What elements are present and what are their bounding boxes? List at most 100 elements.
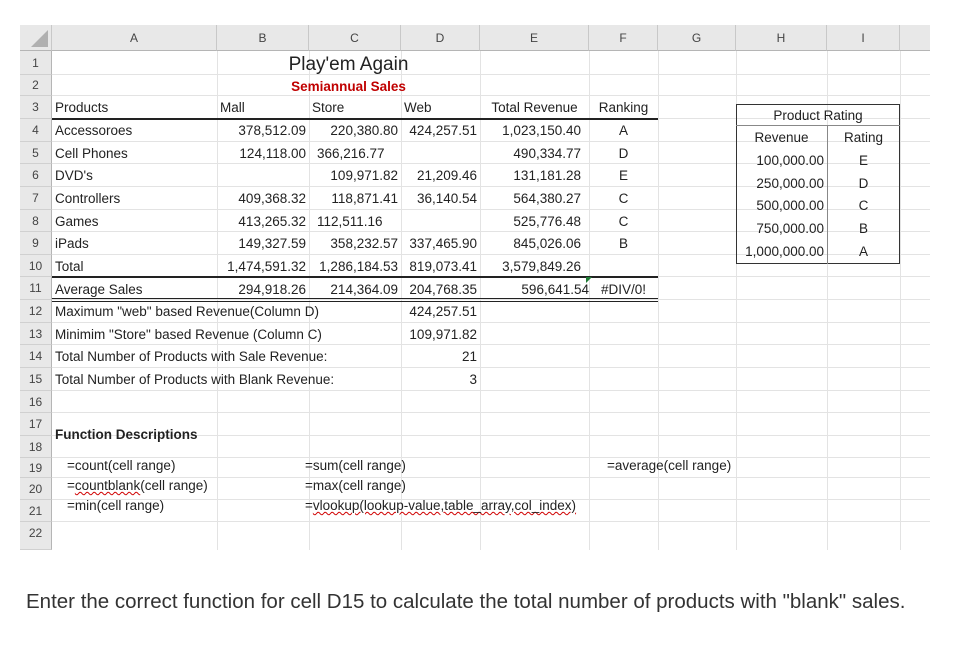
product-mall-cell[interactable]: 124,118.00 [217,143,309,165]
fn-min[interactable]: =min(cell range) [64,495,264,517]
fn-vlookup[interactable]: =vlookup(lookup-value,table_array,col_in… [302,495,632,517]
row-header-8[interactable]: 8 [20,210,52,232]
column-header-d[interactable]: D [401,25,480,51]
fn-average[interactable]: =average(cell range) [604,455,784,477]
product-total-cell[interactable]: 845,026.06 [480,233,589,255]
rating-revenue-cell[interactable]: 1,000,000.00 [736,241,827,263]
header-products[interactable]: Products [52,97,217,119]
average-mall[interactable]: 294,918.26 [217,279,309,301]
row-header-1[interactable]: 1 [20,51,52,75]
rating-grade-cell[interactable]: C [827,195,900,217]
rating-revenue-cell[interactable]: 100,000.00 [736,150,827,172]
column-header-a[interactable]: A [52,25,217,51]
rating-revenue-cell[interactable]: 500,000.00 [736,195,827,217]
rating-header-revenue[interactable]: Revenue [736,127,827,149]
product-mall-cell[interactable]: 378,512.09 [217,120,309,142]
column-header-f[interactable]: F [589,25,658,51]
rating-revenue-cell[interactable]: 250,000.00 [736,173,827,195]
row-header-17[interactable]: 17 [20,413,52,436]
product-web-cell[interactable] [401,211,480,233]
stat-label-max-web[interactable]: Maximum "web" based Revenue(Column D) [52,301,401,323]
total-store[interactable]: 1,286,184.53 [309,256,401,278]
product-web-cell[interactable]: 424,257.51 [401,120,480,142]
product-store-cell[interactable]: 109,971.82 [309,165,401,187]
product-mall-cell[interactable]: 149,327.59 [217,233,309,255]
row-header-2[interactable]: 2 [20,75,52,96]
row-header-6[interactable]: 6 [20,164,52,187]
stat-value-min-store[interactable]: 109,971.82 [401,324,480,346]
product-total-cell[interactable]: 131,181.28 [480,165,589,187]
product-name-cell[interactable]: Games [52,211,217,233]
fn-max[interactable]: =max(cell range) [302,475,502,497]
product-web-cell[interactable] [401,143,480,165]
product-total-cell[interactable]: 564,380.27 [480,188,589,210]
row-header-12[interactable]: 12 [20,300,52,323]
column-header-h[interactable]: H [736,25,827,51]
column-header-g[interactable]: G [658,25,736,51]
average-label[interactable]: Average Sales [52,279,217,301]
row-header-4[interactable]: 4 [20,119,52,142]
header-store[interactable]: Store [309,97,401,119]
row-header-13[interactable]: 13 [20,323,52,345]
column-header-i[interactable]: I [827,25,900,51]
row-header-15[interactable]: 15 [20,368,52,391]
product-web-cell[interactable]: 337,465.90 [401,233,480,255]
product-rating-title[interactable]: Product Rating [736,105,900,127]
product-ranking-cell[interactable]: E [589,165,658,187]
product-store-cell[interactable]: 118,871.41 [309,188,401,210]
total-label[interactable]: Total [52,256,217,278]
row-header-22[interactable]: 22 [20,522,52,550]
average-total[interactable]: 596,641.54 [480,279,589,301]
product-total-cell[interactable]: 525,776.48 [480,211,589,233]
function-descriptions-title[interactable]: Function Descriptions [52,424,217,446]
product-name-cell[interactable]: iPads [52,233,217,255]
stat-value-blank-count[interactable]: 3 [401,369,480,391]
row-header-20[interactable]: 20 [20,478,52,500]
product-name-cell[interactable]: DVD's [52,165,217,187]
total-web[interactable]: 819,073.41 [401,256,480,278]
header-total-revenue[interactable]: Total Revenue [480,97,589,119]
product-store-cell[interactable]: 112,511.16 [309,211,401,233]
product-web-cell[interactable]: 36,140.54 [401,188,480,210]
rating-header-rating[interactable]: Rating [827,127,900,149]
row-header-16[interactable]: 16 [20,391,52,413]
row-header-9[interactable]: 9 [20,232,52,255]
row-header-7[interactable]: 7 [20,187,52,210]
rating-revenue-cell[interactable]: 750,000.00 [736,218,827,240]
row-header-14[interactable]: 14 [20,345,52,368]
header-mall[interactable]: Mall [217,97,309,119]
stat-value-sale-count[interactable]: 21 [401,346,480,368]
product-mall-cell[interactable] [217,165,309,187]
stat-value-max-web[interactable]: 424,257.51 [401,301,480,323]
row-header-18[interactable]: 18 [20,436,52,458]
average-store[interactable]: 214,364.09 [309,279,401,301]
header-web[interactable]: Web [401,97,480,119]
fn-count[interactable]: =count(cell range) [64,455,264,477]
row-header-5[interactable]: 5 [20,142,52,164]
product-ranking-cell[interactable]: A [589,120,658,142]
total-mall[interactable]: 1,474,591.32 [217,256,309,278]
rating-grade-cell[interactable]: E [827,150,900,172]
product-store-cell[interactable]: 366,216.77 [309,143,401,165]
header-ranking[interactable]: Ranking [589,97,658,119]
product-total-cell[interactable]: 490,334.77 [480,143,589,165]
spreadsheet[interactable]: A B C D E F G H I 1 2 3 4 5 6 7 8 9 10 1… [20,25,930,550]
product-name-cell[interactable]: Controllers [52,188,217,210]
fn-sum[interactable]: =sum(cell range) [302,455,502,477]
rating-grade-cell[interactable]: A [827,241,900,263]
product-mall-cell[interactable]: 409,368.32 [217,188,309,210]
product-name-cell[interactable]: Cell Phones [52,143,217,165]
stat-label-sale-count[interactable]: Total Number of Products with Sale Reven… [52,346,401,368]
column-header-c[interactable]: C [309,25,401,51]
product-mall-cell[interactable]: 413,265.32 [217,211,309,233]
column-header-e[interactable]: E [480,25,589,51]
row-header-10[interactable]: 10 [20,255,52,277]
product-name-cell[interactable]: Accessoroes [52,120,217,142]
product-total-cell[interactable]: 1,023,150.40 [480,120,589,142]
rating-grade-cell[interactable]: B [827,218,900,240]
product-web-cell[interactable]: 21,209.46 [401,165,480,187]
row-header-11[interactable]: 11 [20,277,52,300]
stat-label-blank-count[interactable]: Total Number of Products with Blank Reve… [52,369,401,391]
row-header-21[interactable]: 21 [20,500,52,522]
product-store-cell[interactable]: 220,380.80 [309,120,401,142]
